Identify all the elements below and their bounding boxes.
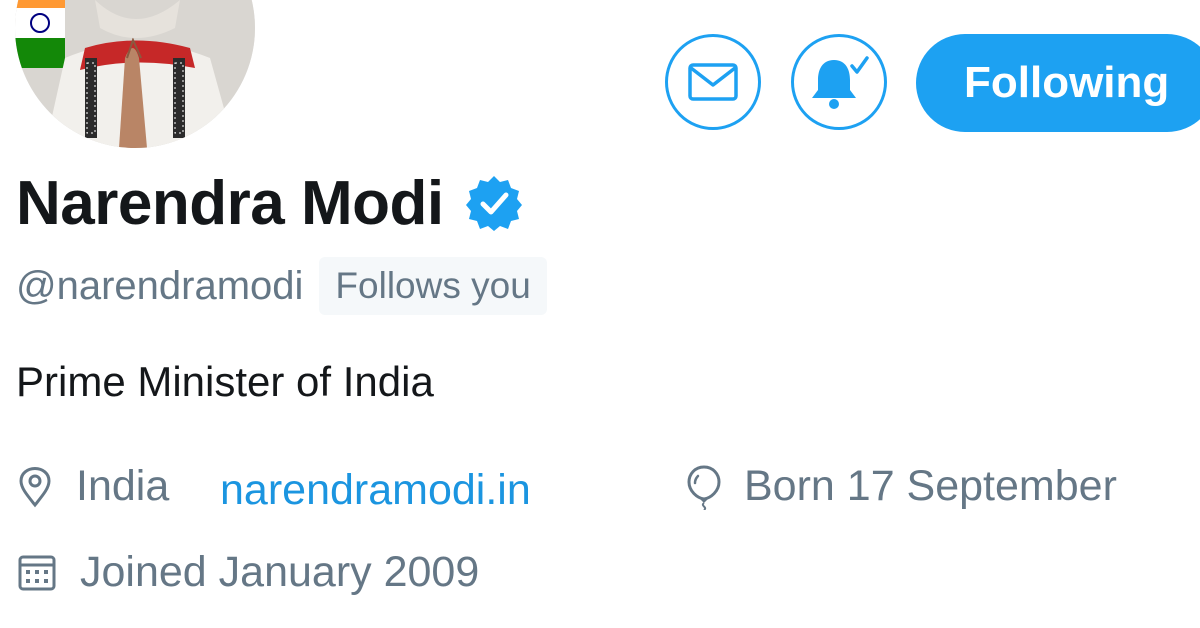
calendar-icon <box>18 555 56 590</box>
location-pin-icon <box>19 466 51 507</box>
avatar[interactable] <box>15 0 255 148</box>
envelope-icon <box>688 63 738 101</box>
birthday-text: Born 17 September <box>744 462 1117 510</box>
avatar-image <box>15 0 255 148</box>
message-button[interactable] <box>665 34 761 130</box>
following-button[interactable]: Following <box>916 34 1200 132</box>
verified-badge-icon <box>465 176 522 231</box>
location-item: India <box>18 462 169 511</box>
handle: @narendramodi <box>16 263 304 308</box>
notifications-button[interactable] <box>791 34 887 130</box>
balloon-icon <box>687 464 721 510</box>
follows-you-badge: Follows you <box>319 257 547 315</box>
birthday-item: Born 17 September <box>686 462 1117 511</box>
joined-item: Joined January 2009 <box>18 548 479 597</box>
bio: Prime Minister of India <box>16 358 434 405</box>
profile-name-row: Narendra Modi <box>16 165 524 241</box>
joined-text: Joined January 2009 <box>80 548 480 596</box>
display-name: Narendra Modi <box>16 168 444 238</box>
bell-check-icon <box>812 56 869 109</box>
handle-row: @narendramodi Follows you <box>16 256 547 316</box>
website-link[interactable]: narendramodi.in <box>220 462 531 518</box>
location-text: India <box>76 462 170 510</box>
profile-page: Following Narendra Modi @narendramodi Fo… <box>0 0 1200 628</box>
